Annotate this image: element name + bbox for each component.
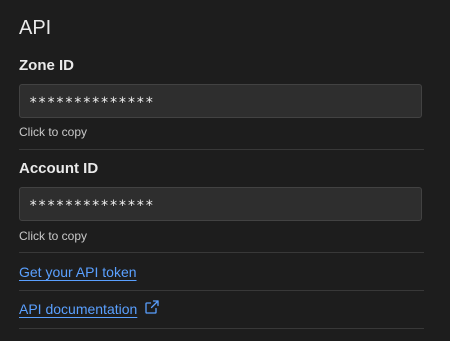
zone-id-value: ************** bbox=[29, 95, 155, 111]
zone-id-field[interactable]: ************** bbox=[19, 84, 422, 118]
divider bbox=[19, 290, 424, 291]
section-title: API bbox=[19, 17, 52, 39]
zone-id-copy-hint: Click to copy bbox=[19, 125, 88, 139]
zone-id-label: Zone ID bbox=[19, 57, 74, 74]
divider bbox=[19, 149, 424, 150]
api-documentation-link[interactable]: API documentation bbox=[19, 300, 137, 318]
get-api-token-link[interactable]: Get your API token bbox=[19, 263, 137, 281]
account-id-value: ************** bbox=[29, 198, 155, 214]
divider bbox=[19, 252, 424, 253]
account-id-copy-hint: Click to copy bbox=[19, 229, 88, 243]
external-link-icon[interactable] bbox=[145, 300, 159, 314]
account-id-field[interactable]: ************** bbox=[19, 187, 422, 221]
divider bbox=[19, 328, 424, 329]
account-id-label: Account ID bbox=[19, 160, 99, 177]
api-documentation-row: API documentation bbox=[19, 300, 159, 318]
